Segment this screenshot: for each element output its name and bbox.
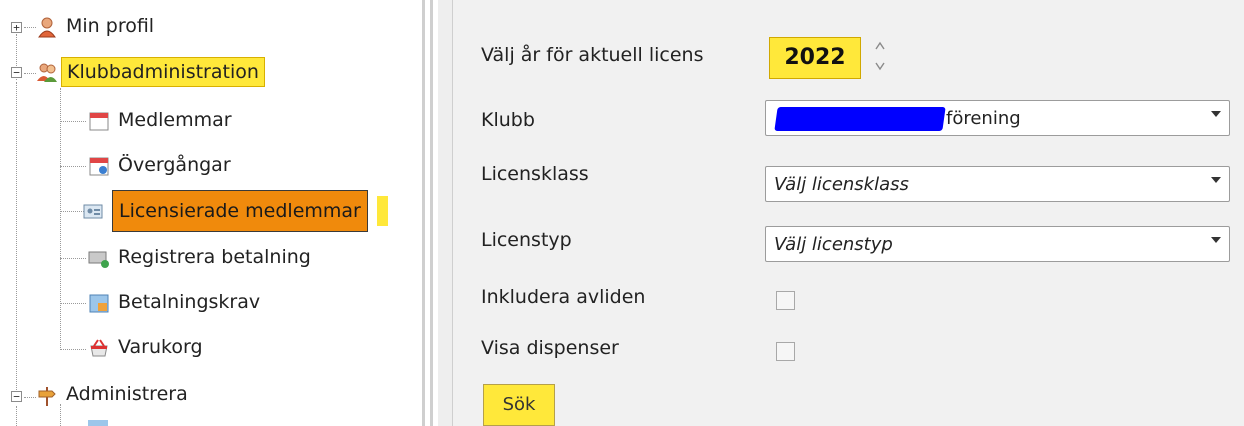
tree-connector bbox=[24, 73, 36, 74]
tree-connector bbox=[60, 404, 61, 426]
tree-item-registrera-betalning[interactable]: Registrera betalning bbox=[118, 246, 311, 268]
license-class-select[interactable]: Välj licensklass bbox=[765, 166, 1230, 202]
calendar-icon bbox=[89, 112, 109, 131]
calendar-transfer-icon bbox=[89, 157, 109, 176]
show-dispensation-label: Visa dispenser bbox=[481, 337, 619, 359]
user-profile-icon bbox=[38, 17, 56, 38]
show-dispensation-checkbox[interactable] bbox=[776, 342, 795, 361]
tree-item-administrera[interactable]: Administrera bbox=[66, 383, 188, 405]
tree-connector bbox=[60, 258, 86, 259]
tree-item-min-profil[interactable]: Min profil bbox=[66, 15, 154, 37]
license-type-label: Licenstyp bbox=[481, 229, 572, 251]
tree-connector bbox=[60, 349, 86, 350]
year-spinner[interactable] bbox=[873, 38, 887, 74]
license-type-value: Välj licenstyp bbox=[774, 234, 893, 255]
club-label: Klubb bbox=[481, 109, 535, 131]
chevron-down-icon bbox=[1211, 237, 1221, 243]
tree-connector bbox=[60, 303, 86, 304]
year-input[interactable]: 2022 bbox=[769, 37, 861, 79]
tree-item-klubbadministration[interactable]: Klubbadministration bbox=[61, 57, 265, 87]
include-deceased-label: Inkludera avliden bbox=[481, 286, 646, 308]
tree-item-medlemmar[interactable]: Medlemmar bbox=[118, 109, 232, 131]
tree-connector bbox=[16, 82, 17, 392]
year-label: Välj år för aktuell licens bbox=[481, 44, 704, 66]
collapse-toggle[interactable]: − bbox=[11, 391, 22, 402]
chevron-down-icon bbox=[1211, 177, 1221, 183]
tree-item-licensierade-medlemmar[interactable]: Licensierade medlemmar bbox=[112, 190, 368, 232]
chevron-down-icon bbox=[1211, 111, 1221, 117]
spin-down-icon bbox=[875, 62, 885, 71]
include-deceased-checkbox[interactable] bbox=[776, 291, 795, 310]
payment-register-icon bbox=[88, 251, 109, 268]
license-type-select[interactable]: Välj licenstyp bbox=[765, 226, 1230, 262]
tree-connector bbox=[60, 121, 86, 122]
highlight-marker bbox=[377, 196, 388, 226]
shopping-basket-icon bbox=[90, 339, 108, 357]
club-select[interactable]: förening bbox=[765, 100, 1230, 136]
spin-up-icon bbox=[875, 41, 885, 50]
search-button[interactable]: Sök bbox=[483, 384, 555, 426]
payment-request-icon bbox=[89, 294, 109, 313]
signpost-icon bbox=[38, 387, 56, 406]
tree-item-overgangar[interactable]: Övergångar bbox=[118, 154, 231, 176]
tree-connector bbox=[24, 27, 36, 28]
panel-splitter[interactable] bbox=[420, 0, 452, 426]
year-value: 2022 bbox=[784, 45, 846, 70]
license-class-label: Licensklass bbox=[481, 163, 589, 185]
club-value: förening bbox=[946, 108, 1021, 129]
users-group-icon bbox=[37, 63, 57, 82]
license-search-form: Välj år för aktuell licens 2022 Klubb fö… bbox=[452, 0, 1244, 426]
tree-connector bbox=[24, 397, 36, 398]
license-class-value: Välj licensklass bbox=[774, 174, 909, 195]
collapse-toggle[interactable]: − bbox=[11, 67, 22, 78]
tree-item-betalningskrav[interactable]: Betalningskrav bbox=[118, 291, 260, 313]
tree-connector bbox=[60, 88, 61, 350]
partial-tree-icon bbox=[88, 420, 108, 426]
tree-connector bbox=[16, 406, 17, 426]
expand-toggle[interactable]: + bbox=[11, 22, 22, 33]
navigation-tree: + Min profil − Klubbadministration Medle… bbox=[0, 0, 420, 426]
redaction-mark bbox=[774, 107, 946, 131]
license-card-icon bbox=[83, 204, 103, 219]
tree-connector bbox=[60, 166, 86, 167]
tree-item-varukorg[interactable]: Varukorg bbox=[118, 336, 203, 358]
